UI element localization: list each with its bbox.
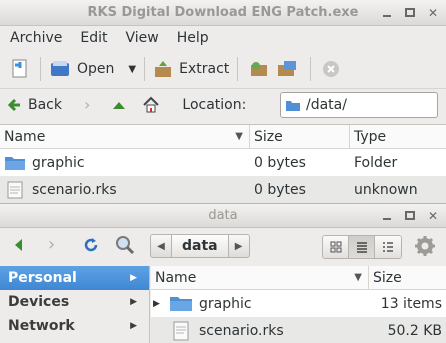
sort-arrow-icon: ▼ <box>354 272 362 283</box>
compact-view-button[interactable] <box>375 236 401 258</box>
grid-icon <box>330 241 341 253</box>
extract-button[interactable]: Extract <box>153 59 229 79</box>
file-icon <box>7 181 23 198</box>
folder-icon <box>5 156 25 170</box>
stop-icon <box>323 61 340 77</box>
sort-arrow-icon: ▼ <box>235 131 243 142</box>
expand-arrow-icon: ▶ <box>130 297 137 307</box>
compact-list-icon <box>383 242 393 252</box>
column-size[interactable]: Size <box>369 266 446 289</box>
add-folder-button[interactable] <box>272 60 302 78</box>
folder-icon <box>170 297 192 311</box>
icon-view-button[interactable] <box>323 236 349 258</box>
location-label: Location: <box>182 96 247 113</box>
path-right-button[interactable]: ▶ <box>229 235 249 257</box>
new-archive-button[interactable] <box>8 57 32 81</box>
expand-arrow-icon: ▶ <box>130 273 137 283</box>
archive-manager-window: RKS Digital Download ENG Patch.exe ✕ Arc… <box>0 0 446 205</box>
file-icon <box>173 321 189 340</box>
column-name[interactable]: Name ▼ <box>151 266 369 289</box>
table-row[interactable]: scenario.rks 0 bytes unknown <box>0 176 446 203</box>
back-arrow-icon <box>15 239 22 251</box>
column-name[interactable]: Name ▼ <box>0 125 250 148</box>
path-left-button[interactable]: ◀ <box>151 235 171 257</box>
add-files-button[interactable] <box>246 60 272 78</box>
back-button[interactable] <box>12 238 26 252</box>
reload-icon <box>84 238 98 252</box>
home-button[interactable] <box>142 96 160 114</box>
folder-icon <box>286 100 300 111</box>
row-size: 50.2 KB <box>387 322 442 339</box>
column-size[interactable]: Size <box>250 125 350 148</box>
open-button[interactable]: Open <box>49 59 114 79</box>
back-label: Back <box>28 96 62 113</box>
menubar: Archive Edit View Help <box>0 26 446 50</box>
archive-titlebar[interactable]: RKS Digital Download ENG Patch.exe ✕ <box>0 0 446 26</box>
reload-button[interactable] <box>82 236 100 254</box>
up-arrow-icon <box>113 101 126 109</box>
close-button[interactable]: ✕ <box>424 4 442 22</box>
menu-edit[interactable]: Edit <box>80 30 107 46</box>
sidebar-item-personal[interactable]: Personal ▶ <box>0 266 149 290</box>
minimize-button[interactable] <box>378 207 396 225</box>
row-name: scenario.rks <box>32 181 117 198</box>
table-row[interactable]: ▶ graphic 13 items <box>151 290 446 317</box>
open-label: Open <box>77 61 115 77</box>
back-button[interactable]: Back <box>8 97 62 113</box>
menu-archive[interactable]: Archive <box>10 30 62 46</box>
maximize-button[interactable] <box>401 4 419 22</box>
home-icon <box>143 96 160 112</box>
path-bar: ◀ data ▶ <box>150 234 250 258</box>
search-button[interactable] <box>114 234 136 256</box>
row-type: unknown <box>354 181 418 198</box>
sidebar-item-devices[interactable]: Devices ▶ <box>0 290 149 314</box>
row-size: 13 items <box>380 295 442 312</box>
maximize-button[interactable] <box>401 207 419 225</box>
row-size: 0 bytes <box>254 154 306 171</box>
filemanager-titlebar[interactable]: data ✕ <box>0 204 446 228</box>
add-files-icon <box>251 62 268 76</box>
new-file-icon <box>12 59 27 78</box>
menu-help[interactable]: Help <box>177 30 209 46</box>
location-value: /data/ <box>306 97 347 113</box>
archive-file-list: Name ▼ Size Type graphic 0 bytes Folder s… <box>0 124 446 205</box>
view-switcher <box>322 235 402 259</box>
path-crumb-data[interactable]: data <box>171 235 229 257</box>
expand-arrow-icon: ▶ <box>130 321 137 331</box>
close-button[interactable]: ✕ <box>424 207 442 225</box>
list-view-button[interactable] <box>349 236 375 258</box>
row-type: Folder <box>354 154 398 171</box>
list-icon <box>356 242 367 253</box>
file-manager-window: data ✕ › ◀ data ▶ Personal ▶ Devices ▶ N… <box>0 203 446 343</box>
sidebar-item-network[interactable]: Network ▶ <box>0 314 149 338</box>
row-size: 0 bytes <box>254 181 306 198</box>
up-button[interactable] <box>112 99 126 111</box>
forward-button[interactable]: › <box>84 95 90 114</box>
row-name: scenario.rks <box>199 322 284 339</box>
add-folder-icon <box>278 61 297 76</box>
open-icon <box>51 61 69 76</box>
column-type[interactable]: Type <box>350 125 446 148</box>
archive-toolbar: Open ▼ Extract <box>0 50 446 88</box>
forward-button[interactable]: › <box>48 234 55 255</box>
row-name: graphic <box>32 154 85 171</box>
file-list: Name ▼ Size ▶ graphic 13 items scenario.r… <box>151 266 446 343</box>
gear-icon <box>415 236 435 256</box>
minimize-button[interactable] <box>378 4 396 22</box>
settings-button[interactable] <box>414 235 436 257</box>
stop-button[interactable] <box>319 59 343 79</box>
expander-arrow-icon[interactable]: ▶ <box>153 299 163 309</box>
extract-icon <box>155 61 172 77</box>
row-name: graphic <box>199 295 252 312</box>
table-row[interactable]: scenario.rks 50.2 KB <box>151 317 446 343</box>
open-dropdown-button[interactable]: ▼ <box>128 64 136 75</box>
places-sidebar: Personal ▶ Devices ▶ Network ▶ <box>0 266 150 343</box>
back-arrow-icon <box>8 98 20 111</box>
search-icon <box>116 236 135 255</box>
filemanager-toolbar: › ◀ data ▶ <box>0 228 446 264</box>
menu-view[interactable]: View <box>126 30 159 46</box>
table-row[interactable]: graphic 0 bytes Folder <box>0 149 446 176</box>
extract-label: Extract <box>179 61 230 77</box>
location-input[interactable]: /data/ <box>280 92 438 118</box>
